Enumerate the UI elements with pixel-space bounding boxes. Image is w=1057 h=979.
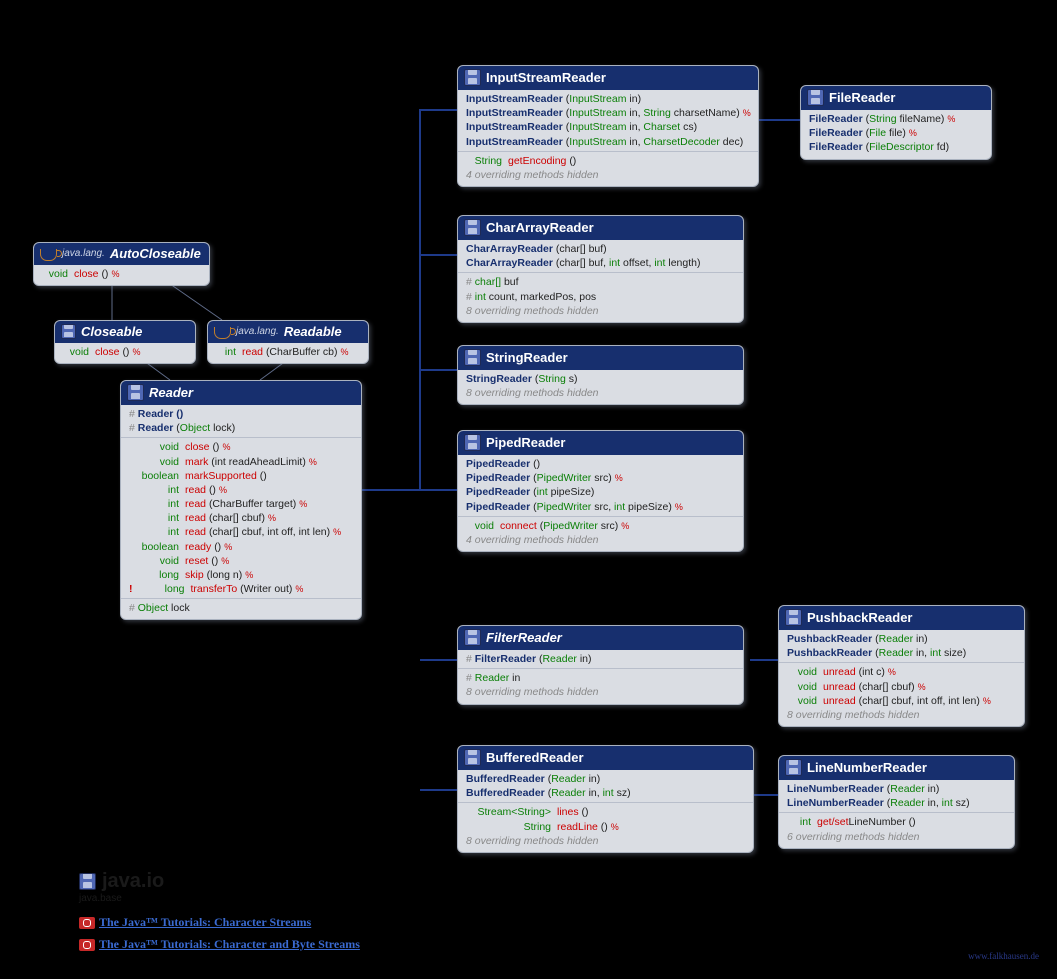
class-pushbackreader: PushbackReader PushbackReader (Reader in… xyxy=(778,605,1025,727)
class-pipedreader: PipedReader PipedReader ()PipedReader (P… xyxy=(457,430,744,552)
class-filterreader: FilterReader # FilterReader (Reader in) … xyxy=(457,625,744,705)
disk-icon xyxy=(464,69,481,86)
class-header[interactable]: LineNumberReader xyxy=(779,756,1014,780)
class-closeable: Closeable voidclose ()% xyxy=(54,320,196,364)
cup-icon xyxy=(214,327,231,339)
class-chararrayreader: CharArrayReader CharArrayReader (char[] … xyxy=(457,215,744,323)
disk-icon xyxy=(464,219,481,236)
class-inputstreamreader: InputStreamReader InputStreamReader (Inp… xyxy=(457,65,759,187)
disk-icon xyxy=(79,873,96,890)
class-header[interactable]: FileReader xyxy=(801,86,991,110)
class-header[interactable]: BufferedReader xyxy=(458,746,753,770)
package-label: java.io java.base xyxy=(79,870,164,904)
class-bufferedreader: BufferedReader BufferedReader (Reader in… xyxy=(457,745,754,853)
class-header[interactable]: java.lang.AutoCloseable xyxy=(34,243,209,265)
tutorial-link-1[interactable]: The Java™ Tutorials: Character Streams xyxy=(79,915,311,930)
class-filereader: FileReader FileReader (String fileName)%… xyxy=(800,85,992,160)
watermark: www.falkhausen.de xyxy=(968,951,1039,961)
disk-icon xyxy=(464,349,481,366)
disk-icon xyxy=(785,759,802,776)
class-header[interactable]: Closeable xyxy=(55,321,195,343)
disk-icon xyxy=(127,384,144,401)
class-header[interactable]: java.lang.Readable xyxy=(208,321,368,343)
class-header[interactable]: PipedReader xyxy=(458,431,743,455)
class-header[interactable]: Reader xyxy=(121,381,361,405)
tutorial-link-2[interactable]: The Java™ Tutorials: Character and Byte … xyxy=(79,937,360,952)
class-header[interactable]: CharArrayReader xyxy=(458,216,743,240)
class-header[interactable]: InputStreamReader xyxy=(458,66,758,90)
class-stringreader: StringReader StringReader (String s) 8 o… xyxy=(457,345,744,405)
class-linenumberreader: LineNumberReader LineNumberReader (Reade… xyxy=(778,755,1015,849)
class-readable: java.lang.Readable intread (CharBuffer c… xyxy=(207,320,369,364)
disk-icon xyxy=(464,749,481,766)
disk-icon xyxy=(807,89,824,106)
disk-icon xyxy=(464,629,481,646)
disk-icon xyxy=(464,434,481,451)
disk-icon xyxy=(61,324,76,339)
class-header[interactable]: StringReader xyxy=(458,346,743,370)
class-header[interactable]: FilterReader xyxy=(458,626,743,650)
oracle-icon xyxy=(79,917,95,929)
class-reader: Reader # Reader () # Reader (Object lock… xyxy=(120,380,362,620)
oracle-icon xyxy=(79,939,95,951)
cup-icon xyxy=(40,249,57,261)
class-header[interactable]: PushbackReader xyxy=(779,606,1024,630)
class-autocloseable: java.lang.AutoCloseable voidclose ()% xyxy=(33,242,210,286)
disk-icon xyxy=(785,609,802,626)
